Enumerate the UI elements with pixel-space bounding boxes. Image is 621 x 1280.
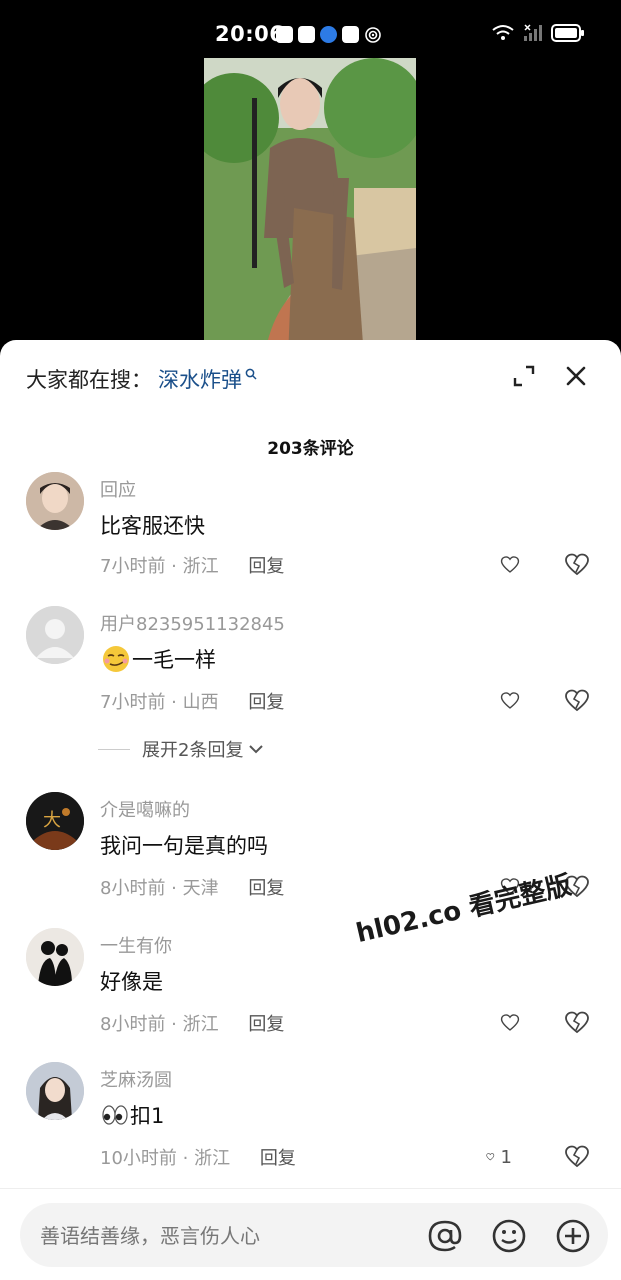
comment-text: 扣1 xyxy=(130,1104,165,1128)
reply-button[interactable]: 回复 xyxy=(248,692,284,713)
comment-meta: 10小时前 · 浙江 回复 xyxy=(100,1144,296,1170)
comment-input[interactable] xyxy=(40,1219,420,1253)
video-thumbnail[interactable] xyxy=(204,58,416,358)
broken-heart-icon[interactable] xyxy=(564,1010,590,1036)
expand-replies-label: 展开2条回复 xyxy=(142,740,244,761)
heart-icon xyxy=(486,1153,495,1161)
expand-icon[interactable] xyxy=(510,362,538,390)
reply-button[interactable]: 回复 xyxy=(248,556,284,577)
heart-icon xyxy=(500,692,520,709)
comment-text-row: 扣1 xyxy=(100,1100,164,1130)
expand-replies-button[interactable]: 展开2条回复 xyxy=(98,736,265,762)
comment-count: 203条评论 xyxy=(267,439,354,459)
broken-heart-icon[interactable] xyxy=(564,1144,590,1170)
search-term-link[interactable]: 深水炸弹 xyxy=(158,364,242,394)
like-button[interactable] xyxy=(500,1010,526,1036)
heart-icon xyxy=(500,1014,520,1031)
comment-text: 我问一句是真的吗 xyxy=(100,834,268,858)
comment-time-location: 7小时前 · 浙江 xyxy=(100,556,219,577)
comment-username[interactable]: 一生有你 xyxy=(100,932,172,958)
app-icon xyxy=(298,26,315,43)
like-button[interactable] xyxy=(500,552,526,578)
watermark-text: hl02.co 看完整版 xyxy=(353,870,575,950)
reply-button[interactable]: 回复 xyxy=(248,1014,284,1035)
broken-heart-icon[interactable] xyxy=(564,688,590,714)
comment-time-location: 8小时前 · 浙江 xyxy=(100,1014,219,1035)
comment-text: 一毛一样 xyxy=(132,648,216,672)
status-time: 20:06 xyxy=(215,22,285,46)
reply-button[interactable]: 回复 xyxy=(260,1148,296,1169)
app-icon xyxy=(342,26,359,43)
battery-icon xyxy=(551,24,584,42)
add-icon[interactable] xyxy=(554,1217,592,1255)
comment-text: 比客服还快 xyxy=(100,514,205,538)
status-system-icons xyxy=(491,24,585,42)
search-label: 大家都在搜： xyxy=(26,368,152,392)
hotspot-icon xyxy=(365,27,381,43)
comment-text: 好像是 xyxy=(100,970,163,994)
comment-meta: 8小时前 · 浙江 回复 xyxy=(100,1010,284,1036)
comment-input-bar xyxy=(0,1188,621,1280)
wifi-icon xyxy=(492,25,514,40)
comment-time-location: 10小时前 · 浙江 xyxy=(100,1148,231,1169)
comment-username[interactable]: 芝麻汤圆 xyxy=(100,1066,172,1092)
status-notification-icons xyxy=(276,26,382,44)
comment-time-location: 8小时前 · 天津 xyxy=(100,878,219,899)
broken-heart-icon[interactable] xyxy=(564,552,590,578)
video-player[interactable] xyxy=(0,58,621,358)
like-button[interactable] xyxy=(500,688,526,714)
comment-text-row: 一毛一样 xyxy=(100,644,216,674)
search-suggestion[interactable]: 大家都在搜： 深水炸弹 xyxy=(26,364,257,394)
chevron-down-icon xyxy=(249,745,264,754)
avatar[interactable] xyxy=(26,472,84,530)
close-icon[interactable] xyxy=(562,362,590,390)
comment-username[interactable]: 用户8235951132845 xyxy=(100,610,285,636)
comment-meta: 7小时前 · 山西 回复 xyxy=(100,688,284,714)
like-count: 1 xyxy=(500,1146,512,1168)
smirk-emoji xyxy=(103,646,129,672)
avatar[interactable] xyxy=(26,1062,84,1120)
signal-icon xyxy=(524,24,542,41)
avatar[interactable]: 大 xyxy=(26,792,84,850)
avatar[interactable] xyxy=(26,928,84,986)
comment-meta: 7小时前 · 浙江 回复 xyxy=(100,552,284,578)
comment-input-container[interactable] xyxy=(20,1203,608,1267)
reply-button[interactable]: 回复 xyxy=(248,878,284,899)
eyes-emoji xyxy=(102,1105,128,1125)
emoji-icon[interactable] xyxy=(490,1217,528,1255)
svg-text:大: 大 xyxy=(43,810,61,831)
app-icon xyxy=(276,26,293,43)
browser-icon xyxy=(320,26,337,43)
status-bar: 20:06 xyxy=(0,0,621,58)
heart-icon xyxy=(500,556,520,573)
comment-username[interactable]: 介是噶嘛的 xyxy=(100,796,190,822)
at-icon[interactable] xyxy=(426,1217,464,1255)
search-icon xyxy=(245,368,257,380)
comment-meta: 8小时前 · 天津 回复 xyxy=(100,874,284,900)
comment-time-location: 7小时前 · 山西 xyxy=(100,692,219,713)
divider xyxy=(98,748,130,750)
comment-sheet: 大家都在搜： 深水炸弹 203条评论 回应 比客服还快 7小时前 · 浙江 回复… xyxy=(0,340,621,1280)
like-button[interactable]: 1 xyxy=(486,1144,512,1170)
default-avatar[interactable] xyxy=(26,606,84,664)
comment-username[interactable]: 回应 xyxy=(100,476,136,502)
